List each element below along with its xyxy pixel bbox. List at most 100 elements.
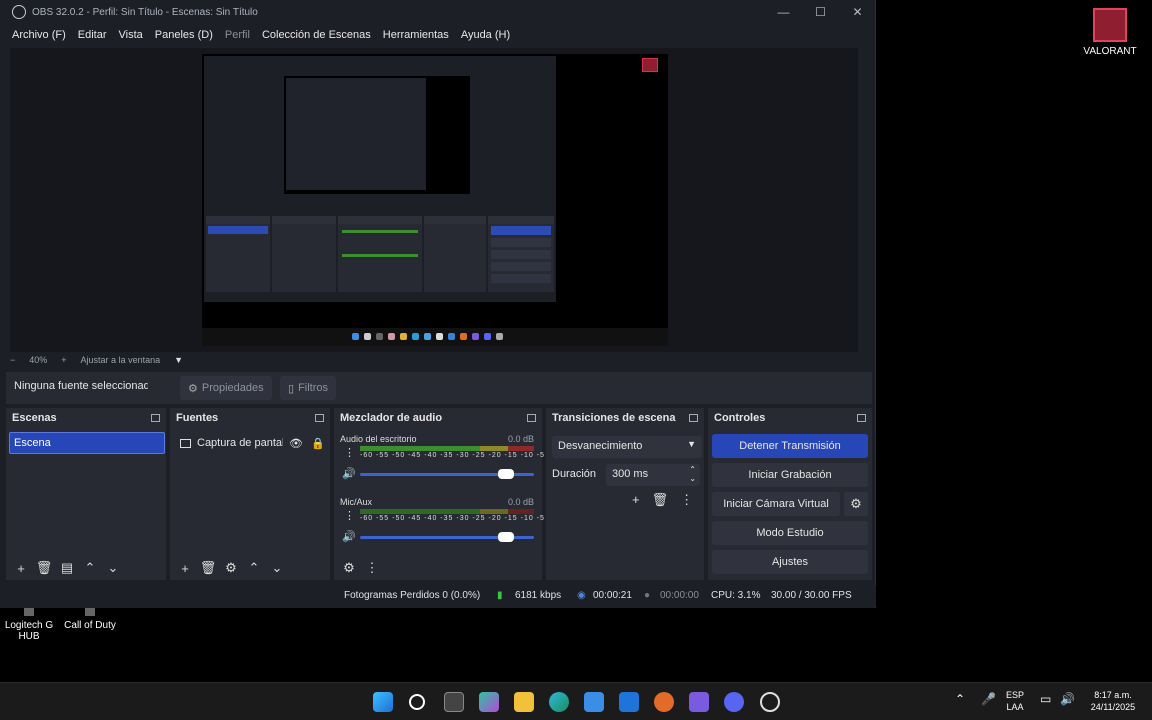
undock-icon[interactable] (857, 414, 866, 422)
nested-inner-capture (286, 78, 426, 190)
mail-icon[interactable] (619, 692, 639, 712)
eye-icon[interactable]: 👁 (289, 437, 303, 450)
menu-paneles[interactable]: Paneles (D) (155, 26, 213, 44)
mixer-menu-icon[interactable]: ⋮ (363, 560, 381, 576)
delete-transition-icon[interactable]: 🗑 (652, 492, 669, 508)
preview-canvas[interactable] (202, 54, 668, 346)
scene-filters-icon[interactable]: ▤ (58, 560, 76, 576)
dropped-frames: Fotogramas Perdidos 0 (0.0%) (344, 590, 481, 601)
kebab-menu-icon[interactable]: ⋮ (344, 446, 355, 459)
title-bar: OBS 32.0.2 - Perfil: Sin Título - Escena… (0, 0, 876, 24)
channel-db: 0.0 dB (507, 497, 534, 507)
preview-area[interactable] (10, 48, 858, 352)
menu-perfil[interactable]: Perfil (225, 26, 250, 44)
delete-source-icon[interactable]: 🗑 (199, 560, 217, 576)
start-recording-button[interactable]: Iniciar Grabación (712, 463, 868, 487)
menu-editar[interactable]: Editar (78, 26, 107, 44)
undock-icon[interactable] (689, 414, 698, 422)
volume-slider-handle[interactable] (498, 532, 514, 542)
network-icon[interactable]: ▭ (1040, 693, 1051, 705)
delete-scene-icon[interactable]: 🗑 (35, 560, 53, 576)
spin-arrows-icon[interactable]: ⌃ ⌄ (689, 465, 696, 483)
nested-preview (284, 76, 470, 194)
undock-icon[interactable] (527, 414, 536, 422)
scenes-title: Escenas (12, 412, 57, 424)
menu-coleccion-escenas[interactable]: Colección de Escenas (262, 26, 371, 44)
studio-mode-button[interactable]: Modo Estudio (712, 521, 868, 545)
menu-archivo[interactable]: Archivo (F) (12, 26, 66, 44)
controls-title: Controles (714, 412, 766, 424)
bitrate: 6181 kbps (515, 590, 562, 601)
properties-button[interactable]: ⚙ Propiedades (180, 376, 272, 400)
transition-menu-icon[interactable]: ⋮ (680, 492, 693, 508)
chevron-up-icon[interactable]: ⌃ (955, 693, 965, 705)
obs-taskbar-icon[interactable] (760, 692, 780, 712)
transition-select[interactable]: Desvanecimiento ▼ (552, 436, 702, 458)
nested-dock-scenes (206, 216, 270, 292)
desktop-icon-label: Logitech G HUB (4, 620, 54, 642)
file-explorer-icon[interactable] (514, 692, 534, 712)
obs-logo-icon (12, 5, 26, 19)
close-button[interactable]: ✕ (839, 0, 876, 24)
undock-icon[interactable] (315, 414, 324, 422)
cod-icon (85, 608, 95, 616)
desktop-icon-cod[interactable]: Call of Duty (60, 608, 120, 631)
zoom-in-button[interactable]: + (61, 355, 66, 365)
search-icon[interactable] (409, 694, 425, 710)
scene-item[interactable]: Escena (9, 432, 165, 454)
advanced-audio-icon[interactable]: ⚙ (340, 560, 358, 576)
obs-window: OBS 32.0.2 - Perfil: Sin Título - Escena… (0, 0, 876, 608)
zoom-out-button[interactable]: − (10, 355, 15, 365)
task-view-icon[interactable] (444, 692, 464, 712)
store-icon[interactable] (584, 692, 604, 712)
add-scene-icon[interactable]: + (12, 561, 30, 576)
stop-stream-button[interactable]: Detener Transmisión (712, 434, 868, 458)
volume-slider-handle[interactable] (498, 469, 514, 479)
chevron-down-icon[interactable]: ▼ (174, 355, 183, 365)
zoom-bar: − 40% + Ajustar a la ventana ▼ (10, 352, 197, 368)
move-down-icon[interactable]: ⌄ (104, 560, 122, 576)
nested-dock-sources (272, 216, 336, 292)
menu-herramientas[interactable]: Herramientas (383, 26, 449, 44)
firefox-icon[interactable] (654, 692, 674, 712)
no-source-label: Ninguna fuente seleccionada (14, 380, 148, 392)
add-transition-icon[interactable]: + (632, 492, 640, 508)
filters-button[interactable]: ▯ Filtros (280, 376, 337, 400)
menu-ayuda[interactable]: Ayuda (H) (461, 26, 510, 44)
volume-meter: -60 -55 -50 -45 -40 -35 -30 -25 -20 -15 … (360, 509, 552, 522)
windows-start-icon[interactable] (373, 692, 393, 712)
duration-spinbox[interactable]: 300 ms ⌃ ⌄ (606, 464, 700, 486)
settings-button[interactable]: Ajustes (712, 550, 868, 574)
volume-icon[interactable]: 🔊 (1060, 693, 1075, 705)
speaker-icon[interactable]: 🔊 (342, 467, 356, 480)
fit-window-label[interactable]: Ajustar a la ventana (81, 355, 161, 365)
edge-icon[interactable] (549, 692, 569, 712)
add-source-icon[interactable]: + (176, 561, 194, 576)
nested-docks (206, 216, 554, 300)
game-bar-icon[interactable] (689, 692, 709, 712)
speaker-icon[interactable]: 🔊 (342, 530, 356, 543)
move-up-icon[interactable]: ⌃ (245, 560, 263, 576)
mixer-channel-desktop: Audio del escritorio 0.0 dB ⋮ -60 -55 -5… (340, 434, 552, 494)
start-virtual-cam-button[interactable]: Iniciar Cámara Virtual (712, 492, 840, 516)
source-settings-icon[interactable]: ⚙ (222, 560, 240, 576)
lock-icon[interactable]: 🔒 (311, 437, 325, 450)
source-item[interactable]: Captura de pantalla 👁 🔒 (180, 434, 328, 452)
kebab-menu-icon[interactable]: ⋮ (344, 509, 355, 522)
discord-icon[interactable] (724, 692, 744, 712)
input-language[interactable]: ESP LAA (1006, 689, 1024, 713)
desktop-icon-logitech[interactable]: Logitech G HUB (2, 608, 56, 642)
move-up-icon[interactable]: ⌃ (81, 560, 99, 576)
minimize-button[interactable]: — (765, 0, 802, 24)
virtual-cam-settings-icon[interactable]: ⚙ (844, 492, 868, 516)
maximize-button[interactable]: ☐ (802, 0, 839, 24)
menu-vista[interactable]: Vista (119, 26, 143, 44)
clock[interactable]: 8:17 a.m. 24/11/2025 (1084, 689, 1142, 713)
microphone-icon[interactable]: 🎤 (981, 693, 996, 705)
undock-icon[interactable] (151, 414, 160, 422)
copilot-icon[interactable] (479, 692, 499, 712)
move-down-icon[interactable]: ⌄ (268, 560, 286, 576)
desktop-icon-valorant[interactable]: VALORANT (1082, 8, 1138, 57)
sources-dock: Fuentes Captura de pantalla 👁 🔒 + 🗑 ⚙ ⌃ … (170, 408, 330, 580)
keyboard-layout: LAA (1006, 702, 1024, 712)
